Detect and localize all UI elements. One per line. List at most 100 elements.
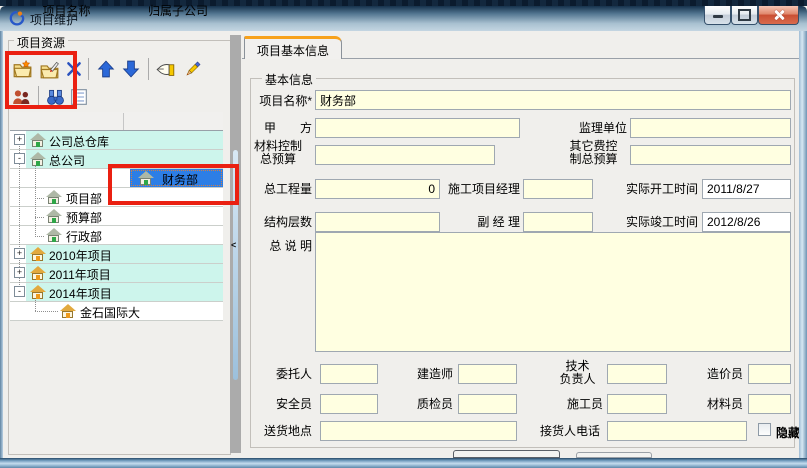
- total-quantity-input[interactable]: [315, 179, 440, 199]
- toolbar-separator: [148, 58, 149, 80]
- hidden-checkbox-label: 隐藏: [776, 424, 800, 441]
- tree-expander-icon[interactable]: +: [14, 134, 25, 145]
- safety-officer-label: 安全员: [244, 398, 312, 411]
- deputy-manager-label: 副 经 理: [436, 216, 520, 229]
- actual-start-label: 实际开工时间: [620, 183, 698, 196]
- actual-start-input[interactable]: [702, 179, 791, 199]
- tree-item-label[interactable]: 公司总仓库: [49, 133, 109, 150]
- other-budget-input[interactable]: [630, 145, 791, 165]
- window-border-right: [799, 31, 807, 458]
- structure-floors-input[interactable]: [315, 212, 440, 232]
- tree-row[interactable]: + 公司总仓库: [10, 131, 223, 150]
- receiver-phone-label: 接货人电话: [520, 425, 600, 438]
- maximize-button[interactable]: [731, 6, 758, 25]
- tree-row[interactable]: - 2014年项目: [10, 283, 223, 302]
- construction-manager-input[interactable]: [523, 179, 593, 199]
- hidden-checkbox[interactable]: [758, 423, 771, 436]
- annotation-rectangle-toolbar: [5, 51, 77, 109]
- window-border-bottom: [0, 458, 807, 468]
- tree-item-label[interactable]: 项目部: [66, 190, 102, 207]
- structure-floors-label: 结构层数: [244, 216, 312, 229]
- tree-item-label[interactable]: 2014年项目: [49, 285, 112, 302]
- annotation-rectangle-selected-row: [108, 164, 239, 205]
- tree-connector: [35, 311, 58, 312]
- client-input[interactable]: [320, 364, 378, 384]
- general-note-textarea[interactable]: [315, 232, 791, 352]
- tree-row[interactable]: + 2011年项目: [10, 264, 223, 283]
- construction-worker-input[interactable]: [607, 394, 667, 414]
- material-clerk-input[interactable]: [748, 394, 791, 414]
- hand-point-icon: [156, 60, 175, 79]
- tree-item-label[interactable]: 预算部: [66, 209, 102, 226]
- tree-expander-icon[interactable]: +: [14, 267, 25, 278]
- minimize-icon: [713, 15, 723, 18]
- tree-expander-icon[interactable]: -: [14, 153, 25, 164]
- construction-manager-label: 施工项目经理: [436, 183, 520, 196]
- move-up-button[interactable]: [95, 58, 117, 80]
- tree-connector: [35, 161, 36, 237]
- house-icon: [60, 303, 76, 319]
- construction-worker-label: 施工员: [552, 398, 603, 411]
- pencil-icon: [183, 60, 202, 79]
- delivery-place-input[interactable]: [320, 421, 517, 441]
- maximize-icon: [738, 9, 751, 21]
- tree-connector: [35, 236, 44, 237]
- close-button[interactable]: [758, 6, 799, 25]
- tree-row[interactable]: + 2010年项目: [10, 245, 223, 264]
- cost-estimator-label: 造价员: [698, 368, 743, 381]
- supervision-unit-label: 监理单位: [560, 122, 627, 135]
- house-icon: [46, 208, 62, 224]
- main-group-title: 基本信息: [262, 71, 316, 88]
- house-icon: [46, 189, 62, 205]
- total-quantity-label: 总工程量: [244, 183, 312, 196]
- actual-finish-label: 实际竣工时间: [620, 216, 698, 229]
- delivery-place-label: 送货地点: [244, 425, 312, 438]
- material-clerk-label: 材料员: [698, 398, 743, 411]
- deputy-manager-input[interactable]: [523, 212, 593, 232]
- tab-project-basic-info[interactable]: 项目基本信息: [244, 36, 342, 59]
- house-icon: [30, 151, 46, 167]
- tree-expander-icon[interactable]: -: [14, 286, 25, 297]
- tree-item-label[interactable]: 金石国际大: [80, 304, 140, 321]
- panel-splitter[interactable]: <: [230, 35, 241, 453]
- safety-officer-input[interactable]: [320, 394, 378, 414]
- bottom-button-partial[interactable]: [453, 450, 560, 458]
- project-name-label: 项目名称*: [244, 95, 312, 108]
- arrow-up-icon: [97, 60, 115, 78]
- party-a-label: 甲 方: [244, 122, 312, 135]
- tree-column-subsidiary[interactable]: 归属子公司: [133, 2, 223, 19]
- cost-estimator-input[interactable]: [748, 364, 791, 384]
- builder-input[interactable]: [458, 364, 517, 384]
- quality-inspector-input[interactable]: [458, 394, 517, 414]
- receiver-phone-input[interactable]: [607, 421, 747, 441]
- collapse-left-icon[interactable]: <: [231, 240, 236, 250]
- tree-item-label[interactable]: 2011年项目: [49, 266, 111, 283]
- house-icon: [46, 227, 62, 243]
- party-a-input[interactable]: [315, 118, 520, 138]
- supervision-unit-input[interactable]: [630, 118, 791, 138]
- column-separator: [123, 113, 124, 130]
- tech-director-label: 技术负责人: [552, 360, 603, 386]
- actual-finish-input[interactable]: [702, 212, 791, 232]
- tech-director-input[interactable]: [607, 364, 667, 384]
- left-group-title: 项目资源: [14, 34, 68, 51]
- house-icon: [30, 246, 46, 262]
- tree-expander-icon[interactable]: +: [14, 248, 25, 259]
- tree-item-label[interactable]: 行政部: [66, 228, 102, 245]
- house-icon: [30, 284, 46, 300]
- tree-item-label[interactable]: 总公司: [49, 152, 85, 169]
- minimize-button[interactable]: [704, 6, 731, 25]
- material-budget-input[interactable]: [315, 145, 495, 165]
- arrow-down-icon: [122, 60, 140, 78]
- tree-column-name[interactable]: 项目名称: [10, 2, 123, 19]
- project-name-input[interactable]: [315, 90, 791, 110]
- tree-item-label[interactable]: 2010年项目: [49, 247, 112, 264]
- toolbar-separator: [88, 58, 89, 80]
- house-icon: [30, 132, 46, 148]
- close-icon: [773, 9, 785, 21]
- move-down-button[interactable]: [120, 58, 142, 80]
- edit-button[interactable]: [181, 58, 203, 80]
- select-button[interactable]: [154, 58, 176, 80]
- tree-header[interactable]: [10, 112, 223, 131]
- house-icon: [30, 265, 46, 281]
